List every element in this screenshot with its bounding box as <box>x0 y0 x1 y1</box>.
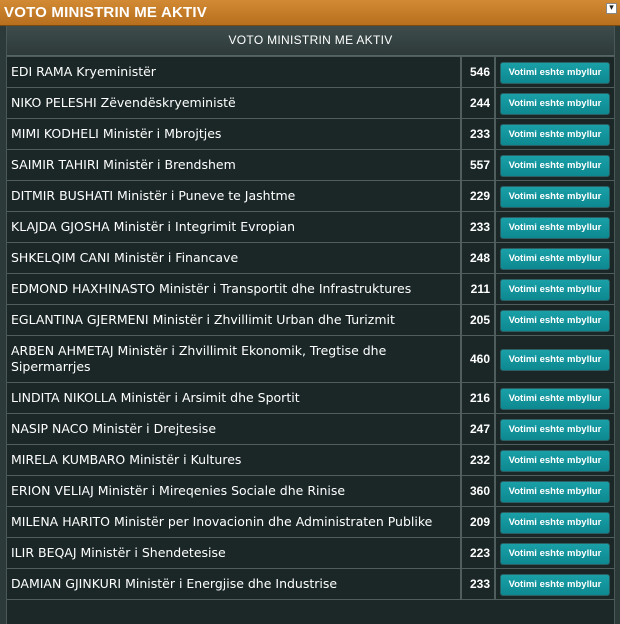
vote-button[interactable]: Votimi eshte mbyllur <box>500 279 610 301</box>
vote-action-cell: Votimi eshte mbyllur <box>495 382 614 414</box>
vote-action-cell: Votimi eshte mbyllur <box>495 413 614 445</box>
vote-action-cell: Votimi eshte mbyllur <box>495 118 614 150</box>
vote-action-cell: Votimi eshte mbyllur <box>495 87 614 119</box>
poll-row: ARBEN AHMETAJ Ministër i Zhvillimit Ekon… <box>7 335 614 383</box>
vote-count: 216 <box>461 382 496 414</box>
vote-count: 248 <box>461 242 496 274</box>
collapse-icon[interactable]: ▾ <box>606 3 617 14</box>
vote-button[interactable]: Votimi eshte mbyllur <box>500 93 610 115</box>
vote-action-cell: Votimi eshte mbyllur <box>495 475 614 507</box>
minister-name: ERION VELIAJ Ministër i Mireqenies Socia… <box>7 475 462 507</box>
vote-button[interactable]: Votimi eshte mbyllur <box>500 481 610 503</box>
vote-button[interactable]: Votimi eshte mbyllur <box>500 155 610 177</box>
vote-count: 244 <box>461 87 496 119</box>
window-titlebar: VOTO MINISTRIN ME AKTIV ▾ <box>0 0 620 26</box>
vote-count: 233 <box>461 568 496 600</box>
vote-action-cell: Votimi eshte mbyllur <box>495 273 614 305</box>
poll-row: ILIR BEQAJ Ministër i Shendetesise 223 Vot… <box>7 537 614 569</box>
minister-name: MILENA HARITO Ministër per Inovacionin d… <box>7 506 462 538</box>
minister-name: MIRELA KUMBARO Ministër i Kultures <box>7 444 462 476</box>
poll-row: NASIP NACO Ministër i Drejtesise 247 Votim… <box>7 413 614 445</box>
vote-action-cell: Votimi eshte mbyllur <box>495 56 614 88</box>
poll-row: EDI RAMA Kryeministër 546 Votimi eshte mby… <box>7 56 614 88</box>
vote-button[interactable]: Votimi eshte mbyllur <box>500 388 610 410</box>
vote-count: 209 <box>461 506 496 538</box>
vote-action-cell: Votimi eshte mbyllur <box>495 180 614 212</box>
minister-name: ARBEN AHMETAJ Ministër i Zhvillimit Ekon… <box>7 335 462 383</box>
minister-name: EDI RAMA Kryeministër <box>7 56 462 88</box>
vote-count: 557 <box>461 149 496 181</box>
vote-action-cell: Votimi eshte mbyllur <box>495 211 614 243</box>
vote-button[interactable]: Votimi eshte mbyllur <box>500 419 610 441</box>
poll-row: SAIMIR TAHIRI Ministër i Brendshem 557 Vot… <box>7 149 614 181</box>
vote-button[interactable]: Votimi eshte mbyllur <box>500 124 610 146</box>
vote-action-cell: Votimi eshte mbyllur <box>495 304 614 336</box>
minister-name: EGLANTINA GJERMENI Ministër i Zhvillimit… <box>7 304 462 336</box>
vote-action-cell: Votimi eshte mbyllur <box>495 568 614 600</box>
minister-name: ILIR BEQAJ Ministër i Shendetesise <box>7 537 462 569</box>
vote-action-cell: Votimi eshte mbyllur <box>495 335 614 383</box>
vote-button[interactable]: Votimi eshte mbyllur <box>500 310 610 332</box>
minister-name: LINDITA NIKOLLA Ministër i Arsimit dhe S… <box>7 382 462 414</box>
vote-action-cell: Votimi eshte mbyllur <box>495 506 614 538</box>
vote-count: 233 <box>461 118 496 150</box>
poll-row: KLAJDA GJOSHA Ministër i Integrimit Evro… <box>7 211 614 243</box>
vote-button[interactable]: Votimi eshte mbyllur <box>500 349 610 371</box>
vote-button[interactable]: Votimi eshte mbyllur <box>500 450 610 472</box>
poll-row: MIMI KODHELI Ministër i Mbrojtjes 233 Voti… <box>7 118 614 150</box>
window-title: VOTO MINISTRIN ME AKTIV <box>4 4 207 21</box>
vote-action-cell: Votimi eshte mbyllur <box>495 242 614 274</box>
vote-action-cell: Votimi eshte mbyllur <box>495 444 614 476</box>
vote-count: 247 <box>461 413 496 445</box>
vote-button[interactable]: Votimi eshte mbyllur <box>500 62 610 84</box>
poll-row: EDMOND HAXHINASTO Ministër i Transportit… <box>7 273 614 305</box>
poll-row: MILENA HARITO Ministër per Inovacionin d… <box>7 506 614 538</box>
minister-name: SAIMIR TAHIRI Ministër i Brendshem <box>7 149 462 181</box>
minister-name: KLAJDA GJOSHA Ministër i Integrimit Evro… <box>7 211 462 243</box>
vote-count: 546 <box>461 56 496 88</box>
poll-row: MIRELA KUMBARO Ministër i Kultures 232 Vot… <box>7 444 614 476</box>
poll-panel: VOTO MINISTRIN ME AKTIV EDI RAMA Kryemin… <box>6 26 615 624</box>
minister-name: MIMI KODHELI Ministër i Mbrojtjes <box>7 118 462 150</box>
vote-count: 460 <box>461 335 496 383</box>
minister-name: SHKELQIM CANI Ministër i Financave <box>7 242 462 274</box>
poll-row: EGLANTINA GJERMENI Ministër i Zhvillimit… <box>7 304 614 336</box>
vote-count: 360 <box>461 475 496 507</box>
vote-button[interactable]: Votimi eshte mbyllur <box>500 186 610 208</box>
poll-row: NIKO PELESHI Zëvendëskryeministë 244 Votim… <box>7 87 614 119</box>
minister-name: DITMIR BUSHATI Ministër i Puneve te Jash… <box>7 180 462 212</box>
vote-count: 211 <box>461 273 496 305</box>
vote-button[interactable]: Votimi eshte mbyllur <box>500 543 610 565</box>
vote-count: 223 <box>461 537 496 569</box>
vote-count: 205 <box>461 304 496 336</box>
vote-button[interactable]: Votimi eshte mbyllur <box>500 512 610 534</box>
poll-row: DAMIAN GJINKURI Ministër i Energjise dhe… <box>7 568 614 600</box>
vote-button[interactable]: Votimi eshte mbyllur <box>500 217 610 239</box>
poll-row: LINDITA NIKOLLA Ministër i Arsimit dhe S… <box>7 382 614 414</box>
vote-count: 232 <box>461 444 496 476</box>
vote-count: 233 <box>461 211 496 243</box>
poll-row: ERION VELIAJ Ministër i Mireqenies Socia… <box>7 475 614 507</box>
minister-name: DAMIAN GJINKURI Ministër i Energjise dhe… <box>7 568 462 600</box>
poll-row: DITMIR BUSHATI Ministër i Puneve te Jash… <box>7 180 614 212</box>
vote-count: 229 <box>461 180 496 212</box>
poll-row: SHKELQIM CANI Ministër i Financave 248 Vot… <box>7 242 614 274</box>
minister-name: NIKO PELESHI Zëvendëskryeministë <box>7 87 462 119</box>
poll-table: EDI RAMA Kryeministër 546 Votimi eshte mby… <box>7 56 614 600</box>
vote-button[interactable]: Votimi eshte mbyllur <box>500 248 610 270</box>
minister-name: NASIP NACO Ministër i Drejtesise <box>7 413 462 445</box>
vote-action-cell: Votimi eshte mbyllur <box>495 149 614 181</box>
minister-name: EDMOND HAXHINASTO Ministër i Transportit… <box>7 273 462 305</box>
vote-action-cell: Votimi eshte mbyllur <box>495 537 614 569</box>
panel-header: VOTO MINISTRIN ME AKTIV <box>7 26 614 56</box>
vote-button[interactable]: Votimi eshte mbyllur <box>500 574 610 596</box>
